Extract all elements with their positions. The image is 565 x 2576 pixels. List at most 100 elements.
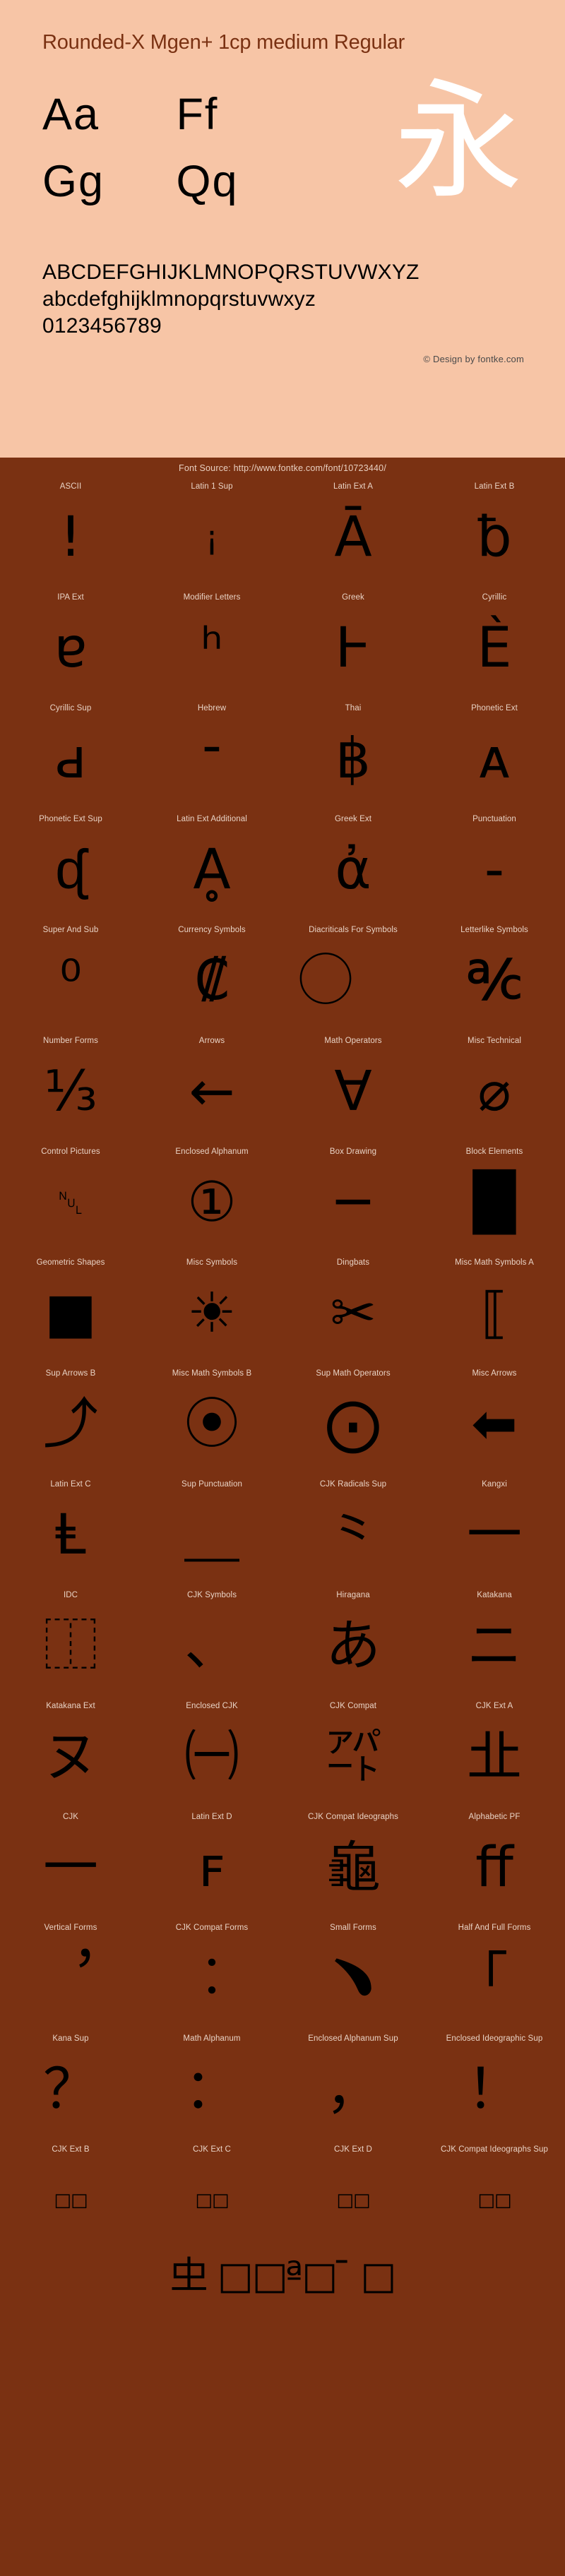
unicode-block-cell[interactable]: Diacriticals For Symbols⃝ [282,921,424,1032]
unicode-block-cell[interactable]: Sup Arrows B ⤴ [0,1364,141,1475]
unicode-block-cell[interactable]: Sup Punctuation ⸏ [141,1475,282,1586]
unicode-block-cell[interactable]: Currency Symbols ₡ [141,921,282,1032]
font-source-link[interactable]: Font Source: http://www.fontke.com/font/… [0,458,565,477]
unicode-block-label: Katakana Ext [0,1697,141,1711]
specimen-panel: Rounded-X Mgen+ 1cp medium Regular Aa Gg… [0,0,565,458]
unicode-block-cell[interactable]: Alphabetic PF ﬀ [424,1808,565,1919]
unicode-block-cell[interactable]: Cyrillic Ѐ [424,588,565,699]
unicode-block-row: Katakana Ext ヌ Enclosed CJK ㈠ CJK Compat ㌀ CJK… [0,1697,565,1808]
unicode-block-row: Cyrillic Sup ԁ Hebrew ־ Thai ฿ Phonetic Ext ᴀ [0,699,565,810]
unicode-block-cell[interactable]: IPA Ext ɐ [0,588,141,699]
unicode-block-cell[interactable]: Dingbats ✂ [282,1253,424,1364]
unicode-block-cell[interactable]: Cyrillic Sup ԁ [0,699,141,810]
unicode-block-cell[interactable]: Greek Ͱ [282,588,424,699]
unicode-block-label: Block Elements [424,1143,565,1157]
unicode-block-cell[interactable]: Katakana Ext ヌ [0,1697,141,1808]
unicode-block-glyph: ， [282,2044,424,2135]
unicode-block-glyph: ㌀ [282,1711,424,1803]
unicode-block-label: IDC [0,1586,141,1600]
unicode-block-cell[interactable]: Arrows ← [141,1032,282,1143]
unicode-block-glyph: ⨀ [282,1378,424,1470]
unicode-block-glyph: Ā [282,491,424,583]
unicode-block-cell[interactable]: Misc Math Symbols A ⟦ [424,1253,565,1364]
unicode-block-cell[interactable]: Sup Math Operators ⨀ [282,1364,424,1475]
unicode-block-cell[interactable]: Katakana ニ [424,1586,565,1697]
unicode-block-glyph: ⁰ [0,935,141,1027]
unicode-block-label: Box Drawing [282,1143,424,1157]
unicode-block-label: Hebrew [141,699,282,713]
unicode-block-cell[interactable]: Punctuation ‐ [424,810,565,921]
unicode-block-cell[interactable]: CJK Symbols 、 [141,1586,282,1697]
unicode-block-cell[interactable]: Math Operators ∀ [282,1032,424,1143]
unicode-block-cell[interactable]: CJK Compat Ideographs Sup 𪜀□□𪜁 [424,2140,565,2251]
unicode-block-cell[interactable]: Latin Ext A Ā [282,477,424,588]
unicode-block-glyph: ʰ [141,602,282,694]
unicode-block-cell[interactable]: CJK Compat Ideographs 龜 [282,1808,424,1919]
letter-pair-samples: Aa Gg Ff Qq 永 [0,81,565,265]
unicode-block-cell[interactable]: Misc Technical ⌀ [424,1032,565,1143]
unicode-block-cell[interactable]: Greek Ext ἀ [282,810,424,921]
letter-pair-qq: Qq [176,148,314,215]
unicode-block-glyph: ∀ [282,1046,424,1138]
unicode-block-glyph: ƀ [424,491,565,583]
unicode-block-row: CJK Ext B 𠀀□□𠀁 CJK Ext C 𪜀□□𪜁 CJK Ext D 𫝀□□𫝁 C… [0,2140,565,2251]
unicode-block-label: Sup Math Operators [282,1364,424,1378]
unicode-block-cell[interactable]: Kana Sup ？ [0,2029,141,2140]
unicode-block-cell[interactable]: CJK Ext B 𠀀□□𠀁 [0,2140,141,2251]
unicode-block-cell[interactable]: Latin Ext D ꜰ [141,1808,282,1919]
unicode-block-cell[interactable]: Misc Arrows ⬅ [424,1364,565,1475]
unicode-block-glyph: 、 [141,1600,282,1692]
unicode-block-cell[interactable]: Phonetic Ext Sup ᶑ [0,810,141,921]
unicode-blocks-grid: ASCII! Latin 1 Sup ¡ Latin Ext A Ā Latin Ext … [0,477,565,2308]
unicode-block-cell[interactable]: Math Alphanum ： [141,2029,282,2140]
unicode-block-cell[interactable]: Kangxi ⼀ [424,1475,565,1586]
unicode-block-glyph: ⼀ [424,1489,565,1581]
unicode-block-cell[interactable]: CJK Ext A 㐀 [424,1697,565,1808]
unicode-block-cell[interactable]: ASCII! [0,477,141,588]
unicode-block-cell[interactable]: CJK Compat Forms ︰ [141,1919,282,2029]
unicode-block-cell[interactable]: Modifier Letters ʰ [141,588,282,699]
unicode-block-label: Latin Ext A [282,477,424,491]
unicode-block-glyph: ⸏ [141,1489,282,1581]
unicode-block-cell[interactable]: Misc Math Symbols B ⦿ [141,1364,282,1475]
unicode-block-cell[interactable]: Block Elements █ [424,1143,565,1253]
unicode-block-cell[interactable]: Geometric Shapes ■ [0,1253,141,1364]
unicode-block-cell[interactable]: Letterlike Symbols ℀ [424,921,565,1032]
unicode-block-cell[interactable]: Enclosed Alphanum ① [141,1143,282,1253]
unicode-block-label: Small Forms [282,1919,424,1933]
unicode-block-cell[interactable]: Misc Symbols ☀ [141,1253,282,1364]
unicode-block-cell[interactable]: Hiragana あ [282,1586,424,1697]
unicode-block-label: Phonetic Ext Sup [0,810,141,824]
unicode-block-cell[interactable]: CJK Radicals Sup ⺀ [282,1475,424,1586]
unicode-block-cell[interactable]: Super And Sub ⁰ [0,921,141,1032]
unicode-block-cell[interactable]: Box Drawing ─ [282,1143,424,1253]
unicode-block-cell[interactable]: Number Forms ⅓ [0,1032,141,1143]
unicode-block-glyph: 一 [0,1822,141,1914]
unicode-block-cell[interactable]: IDC ⿰ [0,1586,141,1697]
unicode-block-cell[interactable]: Latin Ext B ƀ [424,477,565,588]
unicode-block-cell[interactable]: Latin Ext Additional Ḁ [141,810,282,921]
unicode-block-label: Sup Arrows B [0,1364,141,1378]
unicode-block-cell[interactable]: Small Forms ﹅ [282,1919,424,2029]
unicode-block-cell[interactable]: Control Pictures ␀ [0,1143,141,1253]
unicode-block-cell[interactable]: Phonetic Ext ᴀ [424,699,565,810]
unicode-block-glyph: ԁ [0,713,141,805]
unicode-block-cell[interactable]: Thai ฿ [282,699,424,810]
unicode-block-cell[interactable]: Half And Full Forms ｢ [424,1919,565,2029]
unicode-block-cell[interactable]: Latin Ext C Ⱡ [0,1475,141,1586]
unicode-block-cell[interactable]: CJK Ext D 𫝀□□𫝁 [282,2140,424,2251]
unicode-block-cell[interactable]: Vertical Forms ︐ [0,1919,141,2029]
unicode-block-cell[interactable]: Latin 1 Sup ¡ [141,477,282,588]
unicode-block-cell[interactable]: CJK Ext C 𪜀□□𪜁 [141,2140,282,2251]
unicode-block-label: Latin Ext B [424,477,565,491]
unicode-block-label: Kana Sup [0,2029,141,2044]
unicode-block-cell[interactable]: Enclosed CJK ㈠ [141,1697,282,1808]
unicode-block-cell[interactable]: Enclosed Alphanum Sup ， [282,2029,424,2140]
unicode-block-cell[interactable]: Hebrew ־ [141,699,282,810]
unicode-block-cell[interactable]: CJK Compat ㌀ [282,1697,424,1808]
unicode-block-row: Control Pictures ␀ Enclosed Alphanum ① Box D… [0,1143,565,1253]
unicode-block-cell[interactable]: Enclosed Ideographic Sup ！ [424,2029,565,2140]
unicode-block-glyph: ㈠ [141,1711,282,1803]
unicode-block-cell[interactable]: CJK 一 [0,1808,141,1919]
unicode-block-label: Arrows [141,1032,282,1046]
